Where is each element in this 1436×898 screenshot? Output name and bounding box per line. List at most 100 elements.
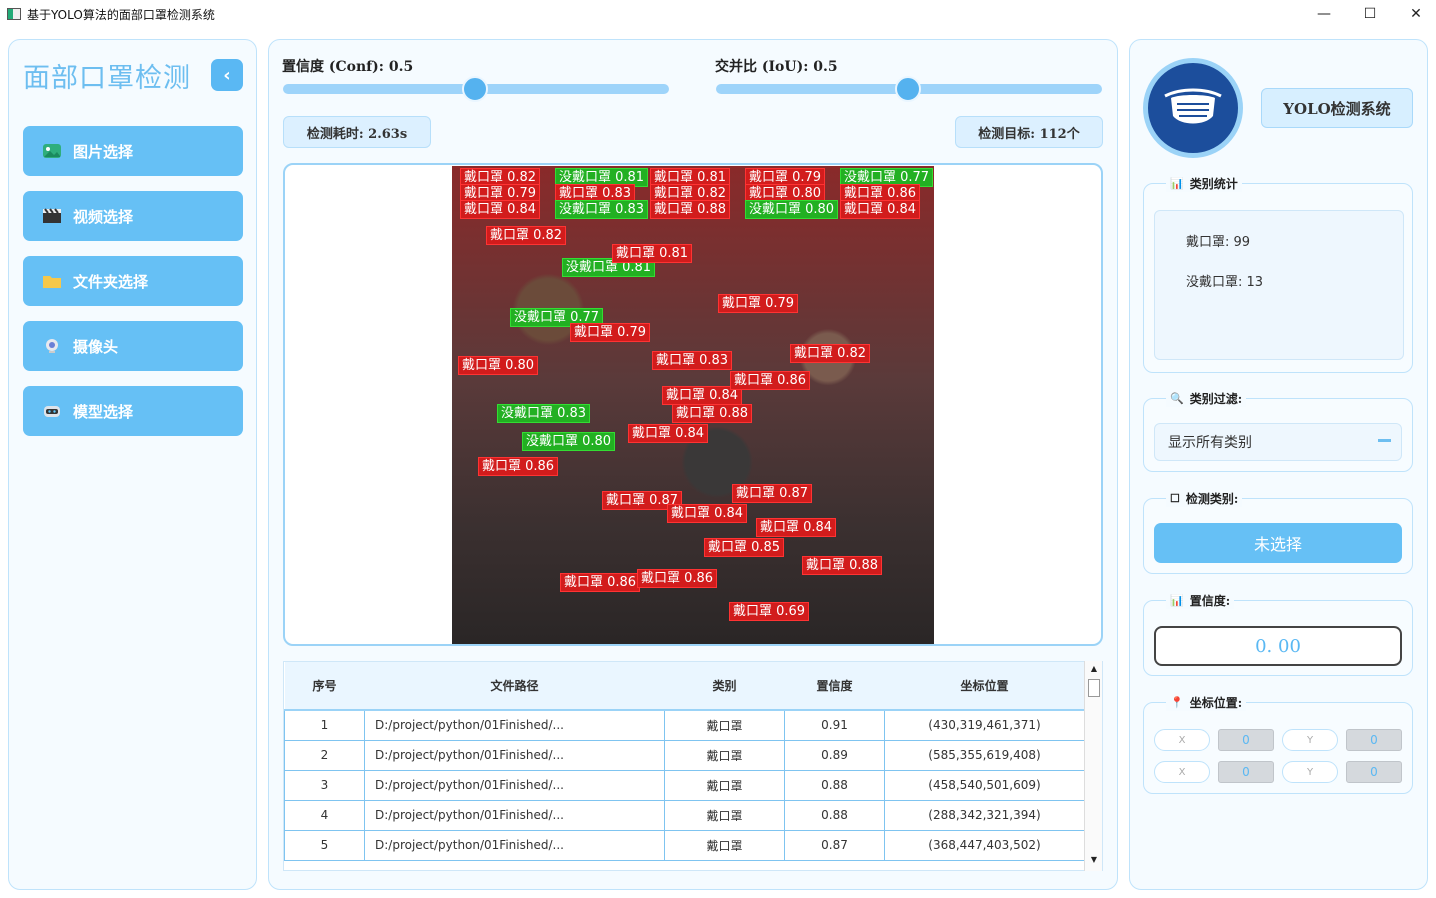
- detection-label: 戴口罩 0.82: [486, 226, 567, 245]
- coord-y1-value: 0: [1346, 729, 1402, 751]
- detect-count-badge: 检测目标: 112个: [955, 116, 1103, 148]
- scroll-down-arrow-icon[interactable]: ▼: [1089, 855, 1099, 865]
- detection-label: 戴口罩 0.84: [840, 200, 921, 219]
- col-header-path[interactable]: 文件路径: [364, 662, 665, 711]
- category-filter-dropdown[interactable]: 显示所有类别: [1154, 423, 1402, 461]
- detect-class-group: ☐ 检测类别: 未选择: [1143, 490, 1413, 574]
- detection-result-image: 戴口罩 0.82 没戴口罩 0.81 戴口罩 0.81 戴口罩 0.79 没戴口罩 0.…: [452, 166, 934, 644]
- cell-coords: (288,342,321,394): [884, 799, 1085, 831]
- mask-logo-icon: [1143, 58, 1243, 158]
- cell-confidence: 0.88: [784, 799, 885, 831]
- cell-coords: (458,540,501,609): [884, 769, 1085, 801]
- detect-class-label: 检测类别:: [1185, 492, 1239, 506]
- detection-label: 戴口罩 0.88: [672, 404, 753, 423]
- category-stats-group: 📊 类别统计 戴口罩: 99 没戴口罩: 13: [1143, 175, 1413, 373]
- table-row[interactable]: 4 D:/project/python/01Finished/... 戴口罩 0…: [284, 799, 1085, 831]
- pushpin-icon: 📍: [1170, 696, 1184, 709]
- confidence-label: 置信度:: [1189, 594, 1231, 608]
- detection-label: 戴口罩 0.88: [802, 556, 883, 575]
- detection-label: 戴口罩 0.88: [650, 200, 731, 219]
- cell-index: 4: [284, 799, 365, 831]
- coordinates-title: 📍 坐标位置:: [1166, 694, 1247, 711]
- cell-confidence: 0.91: [784, 709, 885, 741]
- table-row[interactable]: 5 D:/project/python/01Finished/... 戴口罩 0…: [284, 829, 1085, 861]
- cell-path: D:/project/python/01Finished/...: [364, 769, 665, 801]
- cell-coords: (585,355,619,408): [884, 739, 1085, 771]
- detection-label: 没戴口罩 0.80: [745, 200, 839, 219]
- dropdown-indicator-icon: [1378, 439, 1391, 442]
- detect-class-button[interactable]: 未选择: [1154, 523, 1402, 563]
- detection-label: 戴口罩 0.82: [790, 344, 871, 363]
- model-select-button[interactable]: 模型选择: [23, 386, 243, 436]
- scrollbar-thumb[interactable]: [1088, 679, 1100, 697]
- col-header-class[interactable]: 类别: [664, 662, 785, 711]
- cell-path: D:/project/python/01Finished/...: [364, 709, 665, 741]
- confidence-title: 📊 置信度:: [1166, 592, 1235, 609]
- col-header-index[interactable]: 序号: [284, 662, 365, 711]
- stat-without-mask: 没戴口罩: 13: [1186, 275, 1264, 290]
- detect-time-badge: 检测耗时: 2.63s: [283, 116, 431, 148]
- cell-class: 戴口罩: [664, 829, 785, 861]
- detection-label: 戴口罩 0.84: [628, 424, 709, 443]
- collapse-sidebar-button[interactable]: ‹: [211, 59, 243, 91]
- col-header-coords[interactable]: 坐标位置: [884, 662, 1085, 711]
- detection-label: 戴口罩 0.79: [570, 323, 651, 342]
- camera-button[interactable]: 摄像头: [23, 321, 243, 371]
- coordinates-group: 📍 坐标位置: X 0 Y 0 X 0 Y 0: [1143, 694, 1413, 794]
- detection-label: 戴口罩 0.84: [460, 200, 541, 219]
- cell-index: 2: [284, 739, 365, 771]
- table-row[interactable]: 3 D:/project/python/01Finished/... 戴口罩 0…: [284, 769, 1085, 801]
- detection-label: 戴口罩 0.86: [637, 569, 718, 588]
- cell-index: 3: [284, 769, 365, 801]
- detection-label: 戴口罩 0.84: [756, 518, 837, 537]
- category-stats-box: 戴口罩: 99 没戴口罩: 13: [1154, 210, 1404, 360]
- detection-label: 戴口罩 0.83: [652, 351, 733, 370]
- folder-select-button[interactable]: 文件夹选择: [23, 256, 243, 306]
- sidebar-panel: 面部口罩检测 ‹ 图片选择 视频选择 文件夹选择 摄像头 模型选择: [8, 39, 257, 890]
- cell-path: D:/project/python/01Finished/...: [364, 829, 665, 861]
- detection-label: 没戴口罩 0.83: [555, 200, 649, 219]
- table-scrollbar[interactable]: ▲ ▼: [1084, 661, 1102, 871]
- cell-confidence: 0.87: [784, 829, 885, 861]
- webcam-icon: [41, 338, 63, 354]
- folder-icon: [41, 273, 63, 289]
- scroll-up-arrow-icon[interactable]: ▲: [1089, 664, 1099, 674]
- model-select-label: 模型选择: [73, 402, 134, 421]
- detection-image-frame: 戴口罩 0.82 没戴口罩 0.81 戴口罩 0.81 戴口罩 0.79 没戴口罩 0.…: [283, 163, 1103, 646]
- conf-slider-handle[interactable]: [462, 76, 488, 102]
- maximize-button[interactable]: ☐: [1347, 0, 1393, 28]
- video-select-label: 视频选择: [73, 207, 134, 226]
- detection-label: 戴口罩 0.69: [729, 602, 810, 621]
- detect-class-title: ☐ 检测类别:: [1166, 490, 1243, 507]
- col-header-confidence[interactable]: 置信度: [784, 662, 885, 711]
- table-row[interactable]: 1 D:/project/python/01Finished/... 戴口罩 0…: [284, 709, 1085, 741]
- sidebar-title: 面部口罩检测: [23, 63, 191, 94]
- bar-chart-icon: 📊: [1170, 594, 1184, 607]
- detection-label: 戴口罩 0.81: [612, 244, 693, 263]
- window-title: 基于YOLO算法的面部口罩检测系统: [27, 7, 215, 22]
- iou-slider-handle[interactable]: [895, 76, 921, 102]
- category-stats-title: 📊 类别统计: [1166, 175, 1242, 192]
- cell-class: 戴口罩: [664, 739, 785, 771]
- video-select-button[interactable]: 视频选择: [23, 191, 243, 241]
- cell-class: 戴口罩: [664, 799, 785, 831]
- category-filter-group: 🔍 类别过滤: 显示所有类别: [1143, 390, 1413, 472]
- detection-label: 戴口罩 0.86: [560, 573, 641, 592]
- image-select-button[interactable]: 图片选择: [23, 126, 243, 176]
- app-icon: [7, 8, 21, 20]
- cell-index: 5: [284, 829, 365, 861]
- minimize-button[interactable]: —: [1301, 0, 1347, 28]
- cell-confidence: 0.88: [784, 769, 885, 801]
- cell-path: D:/project/python/01Finished/...: [364, 739, 665, 771]
- confidence-group: 📊 置信度: 0. 00: [1143, 592, 1413, 676]
- cell-coords: (430,319,461,371): [884, 709, 1085, 741]
- table-row[interactable]: 2 D:/project/python/01Finished/... 戴口罩 0…: [284, 739, 1085, 771]
- stat-with-mask: 戴口罩: 99: [1186, 235, 1251, 250]
- detection-label: 没戴口罩 0.83: [497, 404, 591, 423]
- title-bar: 基于YOLO算法的面部口罩检测系统 — ☐ ✕: [0, 0, 1436, 28]
- close-button[interactable]: ✕: [1393, 0, 1436, 28]
- coordinates-label: 坐标位置:: [1189, 696, 1243, 710]
- coord-y2-label: Y: [1282, 761, 1338, 783]
- category-filter-value: 显示所有类别: [1168, 435, 1252, 451]
- cell-class: 戴口罩: [664, 769, 785, 801]
